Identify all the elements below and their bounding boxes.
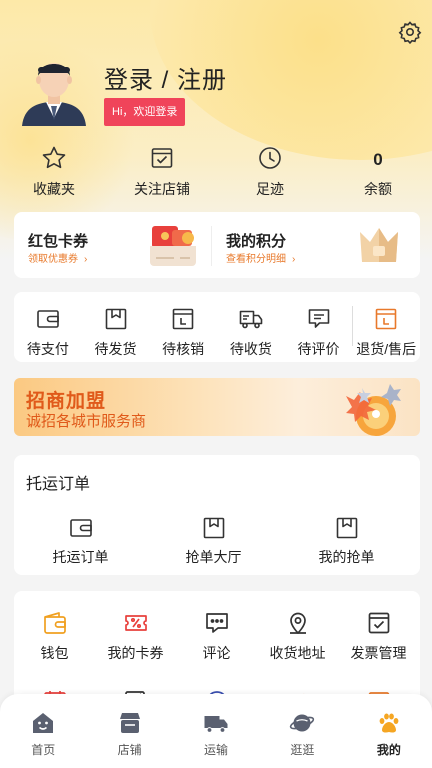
truck-icon — [204, 716, 228, 733]
pending-payment-label: 待支付 — [26, 341, 69, 357]
tab-home-label: 首页 — [31, 743, 56, 757]
refund-aftersale-label: 退货/售后 — [356, 341, 417, 357]
pending-review-label: 待评价 — [297, 341, 340, 357]
my-grabbed-orders-label: 我的抢单 — [318, 549, 375, 565]
tab-explore[interactable]: 逛逛 — [259, 694, 345, 768]
my-grabbed-orders-button[interactable]: 我的抢单 — [280, 515, 413, 567]
points-title: 我的积分 — [226, 233, 287, 250]
login-register-link[interactable]: 登录 / 注册 — [104, 60, 227, 95]
gear-icon[interactable] — [398, 20, 422, 44]
wallet-icon — [43, 612, 66, 634]
order-hall-label: 抢单大厅 — [185, 549, 242, 565]
star-icon — [42, 146, 66, 169]
coupon-icon — [124, 615, 147, 631]
tab-mine[interactable]: 我的 — [346, 694, 432, 768]
avatar[interactable] — [18, 50, 90, 126]
wallet-button[interactable]: 钱包 — [14, 609, 95, 663]
comment-icon — [308, 309, 329, 328]
pending-shipment-label: 待发货 — [94, 341, 137, 357]
invoice-management-button[interactable]: 发票管理 — [338, 609, 419, 663]
my-coupons-label: 我的卡券 — [107, 645, 164, 661]
banner-title: 招商加盟 — [26, 391, 107, 412]
welcome-badge: Hi，欢迎登录 — [104, 98, 186, 126]
bottom-tab-bar: 首页 店铺 运输 逛逛 我的 — [0, 694, 432, 768]
shipping-orders-card: 托运订单 托运订单 抢单大厅 我的抢单 — [14, 455, 420, 575]
shipping-row: 托运订单 抢单大厅 我的抢单 — [14, 515, 420, 567]
balance-button[interactable]: 0 余额 — [324, 145, 432, 205]
truck-icon — [239, 310, 263, 329]
location-icon — [289, 612, 306, 634]
box-icon — [203, 517, 224, 539]
invoice-icon — [368, 612, 389, 634]
shipping-address-label: 收货地址 — [269, 645, 326, 661]
store-check-icon — [151, 148, 173, 168]
comment-icon — [205, 613, 228, 633]
coupon-subtitle: 领取优惠券 › — [28, 254, 88, 265]
red-envelope-icon — [150, 226, 196, 266]
order-hall-button[interactable]: 抢单大厅 — [147, 515, 280, 567]
chevron-right-icon: › — [84, 254, 88, 265]
clock-icon — [259, 147, 281, 169]
banner-subtitle: 诚招各城市服务商 — [26, 413, 147, 430]
comments-label: 评论 — [202, 645, 231, 661]
franchise-banner[interactable]: 招商加盟 诚招各城市服务商 — [14, 378, 420, 436]
box-icon — [336, 517, 357, 539]
comments-button[interactable]: 评论 — [176, 609, 257, 663]
tab-transport-label: 运输 — [204, 743, 229, 757]
favorites-button[interactable]: 收藏夹 — [0, 145, 108, 205]
shipping-section-title: 托运订单 — [26, 476, 91, 493]
promo-card: 红包卡券 领取优惠券 › 我的积分 查看积分明细 › — [14, 212, 420, 278]
home-icon — [33, 713, 54, 733]
followed-stores-button[interactable]: 关注店铺 — [108, 145, 216, 205]
history-button[interactable]: 足迹 — [216, 145, 324, 205]
wallet-icon — [69, 519, 92, 537]
pending-receipt-label: 待收货 — [229, 341, 272, 357]
pending-verification-label: 待核销 — [162, 341, 205, 357]
balance-value: 0 — [373, 150, 383, 169]
followed-stores-label: 关注店铺 — [134, 181, 190, 197]
refund-aftersale-button[interactable]: 退货/售后 — [352, 292, 420, 362]
tab-explore-label: 逛逛 — [290, 743, 315, 757]
order-status-card: 待支付 待发货 待核销 待收货 待评价 退货/售后 — [14, 292, 420, 362]
points-entry[interactable]: 我的积分 查看积分明细 › — [212, 212, 408, 278]
tab-transport[interactable]: 运输 — [173, 694, 259, 768]
wallet-label: 钱包 — [40, 645, 69, 661]
tab-mine-label: 我的 — [376, 743, 401, 757]
coupon-title: 红包卡券 — [28, 233, 89, 250]
history-label: 足迹 — [256, 181, 284, 197]
shop-icon — [119, 713, 140, 733]
tab-shop[interactable]: 店铺 — [86, 694, 172, 768]
invoice-management-label: 发票管理 — [350, 645, 407, 661]
refund-icon — [375, 308, 397, 330]
pending-payment-button[interactable]: 待支付 — [14, 292, 82, 362]
verify-icon — [172, 308, 194, 330]
crown-icon — [360, 228, 398, 262]
box-icon — [105, 308, 126, 330]
coupon-entry[interactable]: 红包卡券 领取优惠券 › — [14, 212, 210, 278]
balance-label: 余额 — [364, 181, 392, 197]
favorites-label: 收藏夹 — [33, 181, 75, 197]
pending-review-button[interactable]: 待评价 — [285, 292, 353, 362]
shipping-order-button[interactable]: 托运订单 — [14, 515, 147, 567]
tab-shop-label: 店铺 — [117, 743, 142, 757]
pending-shipment-button[interactable]: 待发货 — [82, 292, 150, 362]
planet-icon — [290, 714, 315, 732]
tools-row: 钱包 我的卡券 评论 收货地址 发票管理 — [14, 609, 420, 663]
wallet-icon — [37, 310, 59, 328]
stats-bar: 收藏夹 关注店铺 足迹 0 余额 — [0, 145, 432, 205]
shipping-order-label: 托运订单 — [52, 549, 109, 565]
paw-icon — [379, 713, 399, 733]
shipping-address-button[interactable]: 收货地址 — [257, 609, 338, 663]
star-badge-icon — [346, 384, 401, 436]
pending-verification-button[interactable]: 待核销 — [149, 292, 217, 362]
orders-separator — [352, 306, 354, 346]
tab-home[interactable]: 首页 — [0, 694, 86, 768]
chevron-right-icon: › — [292, 254, 296, 265]
pending-receipt-button[interactable]: 待收货 — [217, 292, 285, 362]
my-coupons-button[interactable]: 我的卡券 — [95, 609, 176, 663]
points-subtitle: 查看积分明细 › — [226, 254, 296, 265]
